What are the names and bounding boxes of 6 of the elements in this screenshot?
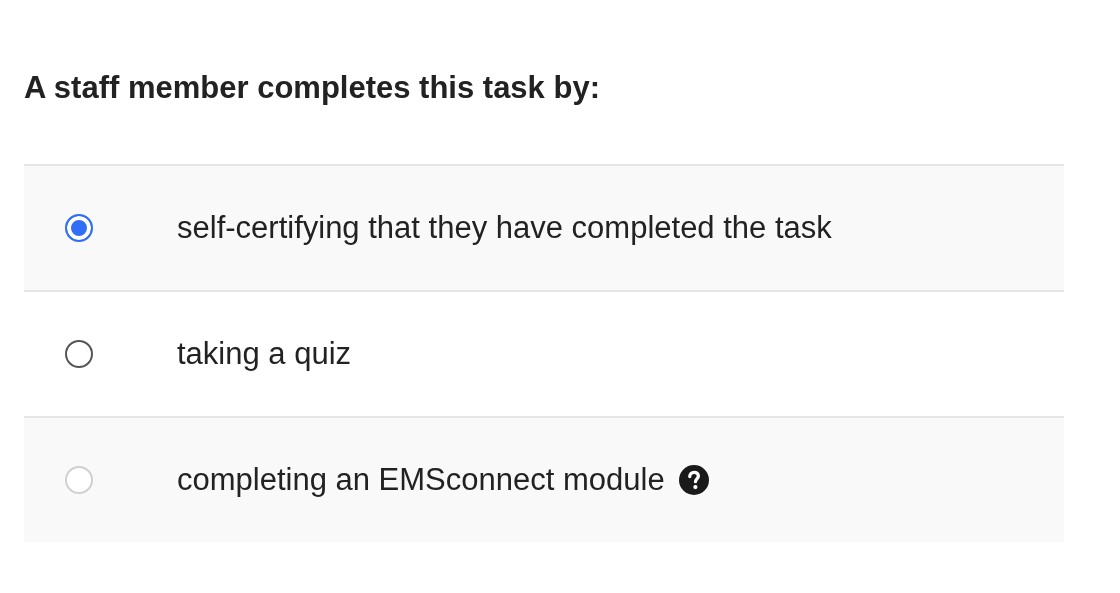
option-label: completing an EMSconnect module bbox=[177, 462, 665, 498]
option-label: taking a quiz bbox=[177, 336, 352, 372]
option-label: self-certifying that they have completed the task bbox=[177, 210, 832, 246]
question-heading: A staff member completes this task by: bbox=[24, 69, 601, 107]
radio-button[interactable] bbox=[65, 340, 93, 368]
radio-button[interactable] bbox=[65, 214, 93, 242]
